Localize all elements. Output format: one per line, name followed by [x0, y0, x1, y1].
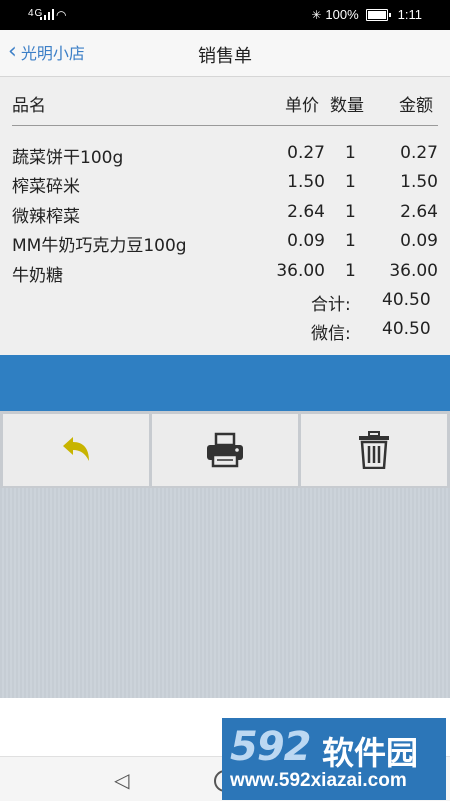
bluetooth-icon: ✳ — [311, 7, 322, 22]
payment-label: 微信: — [311, 324, 351, 344]
total-value: 40.50 — [382, 290, 431, 310]
item-amount: 0.27 — [400, 143, 438, 163]
item-price: 0.27 — [287, 143, 325, 163]
item-name: MM牛奶巧克力豆100g — [12, 236, 187, 256]
status-bar: 4G ◠ ✳ 100% 1:11 — [0, 0, 450, 30]
delete-button[interactable] — [301, 414, 447, 486]
accent-band — [0, 355, 450, 411]
item-name: 蔬菜饼干100g — [12, 148, 124, 168]
item-amount: 36.00 — [389, 261, 438, 281]
payment-value: 40.50 — [382, 319, 431, 339]
item-name: 微辣榨菜 — [12, 207, 80, 227]
total-label: 合计: — [311, 295, 351, 315]
watermark-number: 592 — [230, 724, 311, 770]
item-qty: 1 — [345, 261, 356, 281]
battery-icon — [365, 8, 391, 21]
receipt-row: 蔬菜饼干100g 0.27 1 0.27 — [0, 143, 450, 172]
clock: 1:11 — [397, 7, 422, 22]
receipt-row: 微辣榨菜 2.64 1 2.64 — [0, 202, 450, 231]
header-name: 品名 — [12, 96, 46, 116]
header-qty: 数量 — [330, 96, 364, 116]
item-qty: 1 — [345, 202, 356, 222]
printer-icon — [207, 432, 243, 468]
trash-icon — [359, 431, 389, 469]
undo-button[interactable] — [3, 414, 149, 486]
page-title: 销售单 — [198, 46, 252, 67]
item-qty: 1 — [345, 231, 356, 251]
item-price: 2.64 — [287, 202, 325, 222]
sales-receipt: 品名 单价 数量 金额 蔬菜饼干100g 0.27 1 0.27 榨菜碎米 1.… — [0, 77, 450, 355]
header-price: 单价 — [285, 96, 319, 116]
watermark-url: www.592xiazai.com — [230, 770, 407, 791]
item-price: 36.00 — [276, 261, 325, 281]
empty-content-area — [0, 488, 450, 698]
battery-percent: 100% — [325, 7, 359, 22]
undo-icon — [63, 437, 89, 461]
item-qty: 1 — [345, 172, 356, 192]
item-amount: 2.64 — [400, 202, 438, 222]
item-name: 榨菜碎米 — [12, 177, 80, 197]
receipt-row: MM牛奶巧克力豆100g 0.09 1 0.09 — [0, 231, 450, 260]
divider — [12, 125, 438, 126]
item-name: 牛奶糖 — [12, 266, 63, 286]
item-qty: 1 — [345, 143, 356, 163]
receipt-row: 牛奶糖 36.00 1 36.00 — [0, 261, 450, 290]
item-amount: 1.50 — [400, 172, 438, 192]
signal-icon — [40, 9, 56, 20]
nav-bar: ‹ 光明小店 销售单 — [0, 30, 450, 77]
watermark-text: 软件园 — [322, 734, 419, 772]
item-price: 0.09 — [287, 231, 325, 251]
action-toolbar — [0, 411, 450, 488]
wifi-icon: ◠ — [56, 8, 67, 22]
header-amount: 金额 — [399, 96, 433, 116]
print-button[interactable] — [152, 414, 298, 486]
receipt-row: 榨菜碎米 1.50 1 1.50 — [0, 172, 450, 201]
item-amount: 0.09 — [400, 231, 438, 251]
triangle-back-icon[interactable]: ◁ — [114, 768, 129, 792]
item-price: 1.50 — [287, 172, 325, 192]
watermark: 592 软件园 www.592xiazai.com — [222, 718, 446, 800]
